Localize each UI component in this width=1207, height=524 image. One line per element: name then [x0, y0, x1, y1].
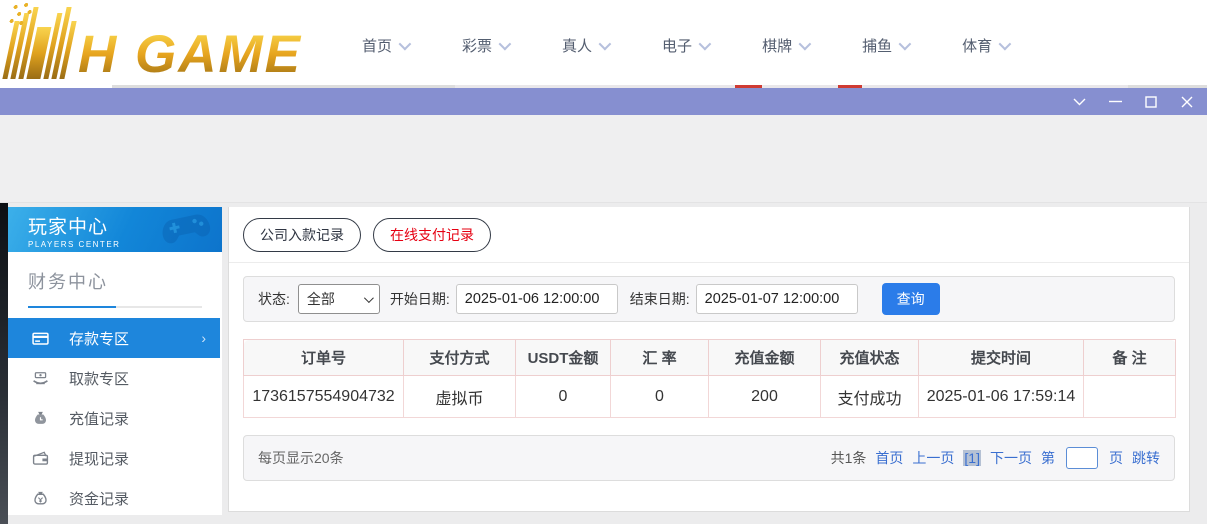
query-button[interactable]: 查询	[881, 283, 940, 315]
sidebar: 玩家中心 PLAYERS CENTER 财务中心 存款专区 › 取款专区 充值记…	[8, 207, 222, 515]
left-dark-edge	[0, 203, 8, 524]
tab-online-payment-records[interactable]: 在线支付记录	[373, 218, 491, 252]
sidebar-item-recharge-records[interactable]: 充值记录	[8, 398, 222, 438]
chevron-down-icon	[598, 37, 612, 51]
nav-item-sports[interactable]: 体育	[962, 35, 1012, 56]
cell-usdt-amount: 0	[515, 375, 611, 418]
col-submit-time: 提交时间	[918, 339, 1084, 376]
status-label: 状态:	[258, 291, 290, 307]
content-region: 玩家中心 PLAYERS CENTER 财务中心 存款专区 › 取款专区 充值记…	[0, 203, 1207, 524]
sidebar-item-label: 充值记录	[69, 410, 130, 428]
sidebar-underline	[28, 306, 202, 308]
logo-text: H GAME	[78, 28, 310, 81]
sidebar-item-label: 存款专区	[69, 330, 130, 348]
withdrawal-wallet-icon	[32, 451, 49, 465]
current-page-indicator: [1]	[963, 450, 981, 466]
start-date-input[interactable]	[455, 284, 618, 314]
logo[interactable]: H GAME	[2, 2, 310, 81]
nav-item-cards[interactable]: 棋牌	[762, 35, 812, 56]
col-payment-method: 支付方式	[403, 339, 516, 376]
sidebar-item-deposit[interactable]: 存款专区 ›	[8, 318, 220, 358]
first-page-link[interactable]: 首页	[875, 448, 903, 468]
table-header-row: 订单号 支付方式 USDT金额 汇 率 充值金额 充值状态 提交时间 备 注	[243, 339, 1176, 376]
start-date-label: 开始日期:	[389, 291, 450, 307]
end-date-label: 结束日期:	[629, 291, 690, 307]
chevron-down-icon	[998, 37, 1012, 51]
sidebar-header: 玩家中心 PLAYERS CENTER	[8, 207, 222, 252]
record-tabs: 公司入款记录 在线支付记录	[229, 207, 1189, 263]
chevron-down-icon	[798, 37, 812, 51]
recharge-bag-icon	[34, 411, 47, 424]
total-count-text: 共1条	[830, 450, 867, 466]
deposit-card-icon	[32, 332, 49, 345]
main-nav: 首页 彩票 真人 电子 棋牌 捕鱼 体育	[362, 35, 1012, 56]
nav-item-lottery[interactable]: 彩票	[462, 35, 512, 56]
nav-item-home[interactable]: 首页	[362, 35, 412, 56]
status-select-value: 全部	[306, 291, 335, 307]
col-recharge-status: 充值状态	[820, 339, 919, 376]
table-row: 1736157554904732 虚拟币 0 0 200 支付成功 2025-0…	[243, 375, 1176, 418]
cell-recharge-amount: 200	[708, 375, 821, 418]
cell-exchange-rate: 0	[610, 375, 709, 418]
funds-bag-icon	[34, 491, 47, 505]
withdraw-hand-icon	[33, 371, 48, 384]
cell-payment-method: 虚拟币	[403, 375, 516, 418]
next-page-link[interactable]: 下一页	[990, 448, 1032, 468]
window-dropdown-icon[interactable]	[1067, 92, 1091, 112]
cell-order-id: 1736157554904732	[243, 375, 404, 418]
sidebar-item-label: 取款专区	[69, 370, 130, 388]
jump-suffix-label: 页	[1109, 450, 1123, 466]
window-maximize-icon[interactable]	[1139, 92, 1163, 112]
jump-prefix-label: 第	[1041, 450, 1055, 466]
sidebar-item-label: 资金记录	[69, 490, 130, 508]
chevron-down-icon	[898, 37, 912, 51]
window-close-icon[interactable]	[1175, 92, 1199, 112]
chevron-down-icon	[398, 37, 412, 51]
jump-button[interactable]: 跳转	[1132, 448, 1160, 468]
sidebar-item-withdrawal-records[interactable]: 提现记录	[8, 438, 222, 478]
status-select[interactable]: 全部	[297, 284, 380, 314]
main-panel: 公司入款记录 在线支付记录 状态: 全部 开始日期: 结束日期: 查询 订单号 …	[228, 207, 1190, 512]
chevron-down-icon	[698, 37, 712, 51]
sidebar-section-title: 财务中心	[28, 272, 108, 292]
chevron-down-icon	[498, 37, 512, 51]
chevron-right-icon: ›	[201, 330, 206, 346]
sidebar-menu: 存款专区 › 取款专区 充值记录 提现记录 资金记录	[8, 318, 222, 518]
pager: 共1条 首页 上一页 [1] 下一页 第 页 跳转	[831, 447, 1160, 469]
sidebar-item-withdraw[interactable]: 取款专区	[8, 358, 222, 398]
records-table: 订单号 支付方式 USDT金额 汇 率 充值金额 充值状态 提交时间 备 注 1…	[243, 339, 1176, 418]
cell-submit-time: 2025-01-06 17:59:14	[918, 375, 1084, 418]
window-minimize-icon[interactable]	[1103, 92, 1127, 112]
cell-recharge-status: 支付成功	[820, 375, 919, 418]
nav-item-live[interactable]: 真人	[562, 35, 612, 56]
sidebar-item-funds-records[interactable]: 资金记录	[8, 478, 222, 518]
filter-bar: 状态: 全部 开始日期: 结束日期: 查询	[243, 276, 1175, 322]
nav-item-slots[interactable]: 电子	[662, 35, 712, 56]
jump-page-input[interactable]	[1066, 447, 1098, 469]
col-exchange-rate: 汇 率	[610, 339, 709, 376]
nav-item-fishing[interactable]: 捕鱼	[862, 35, 912, 56]
logo-mark	[2, 2, 79, 79]
window-titlebar	[0, 88, 1207, 115]
page-background-gap	[0, 115, 1207, 203]
site-header: H GAME 首页 彩票 真人 电子 棋牌 捕鱼 体育	[0, 0, 1207, 85]
pagination-bar: 每页显示20条 共1条 首页 上一页 [1] 下一页 第 页 跳转	[243, 435, 1175, 481]
col-order-id: 订单号	[243, 339, 404, 376]
logo-dots-decoration	[6, 2, 39, 29]
cell-remark	[1083, 375, 1176, 418]
end-date-input[interactable]	[695, 284, 858, 314]
prev-page-link[interactable]: 上一页	[912, 448, 954, 468]
col-recharge-amount: 充值金额	[708, 339, 821, 376]
tab-company-deposit-records[interactable]: 公司入款记录	[243, 218, 361, 252]
sidebar-item-label: 提现记录	[69, 450, 130, 468]
col-usdt-amount: USDT金额	[515, 339, 611, 376]
select-chevron-icon	[363, 292, 374, 303]
page-size-text: 每页显示20条	[258, 450, 344, 466]
sidebar-section: 财务中心	[8, 252, 222, 308]
col-remark: 备 注	[1083, 339, 1176, 376]
